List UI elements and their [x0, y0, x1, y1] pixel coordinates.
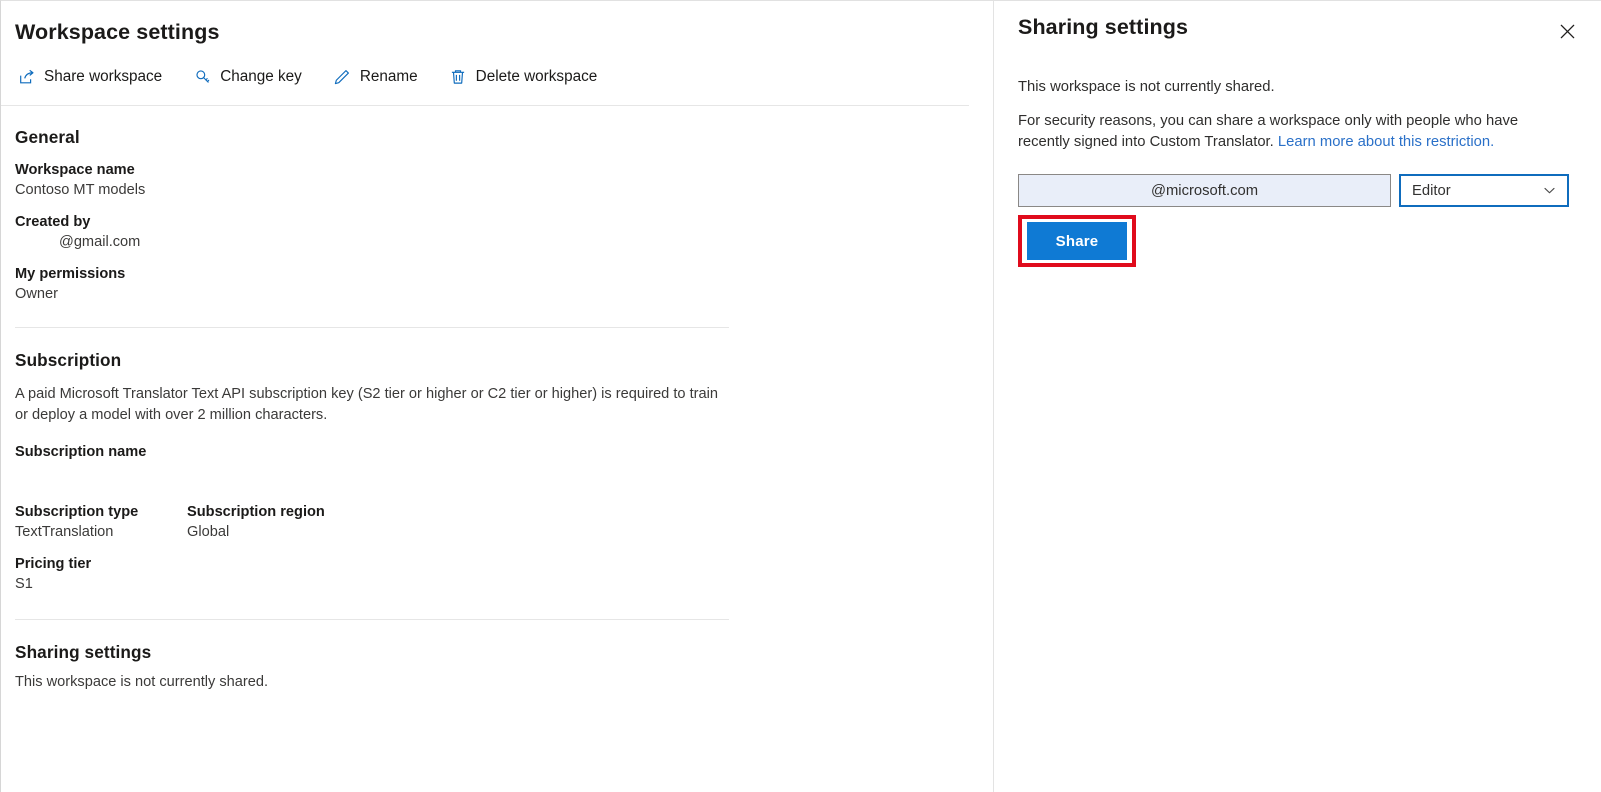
subscription-region-label: Subscription region [187, 504, 325, 521]
change-key-button[interactable]: Change key [191, 63, 313, 90]
pencil-icon [333, 67, 352, 86]
share-button-highlight: Share [1018, 215, 1136, 267]
sharing-settings-status: This workspace is not currently shared. [15, 674, 269, 691]
close-icon [1559, 23, 1576, 43]
pricing-tier-value: S1 [15, 576, 33, 593]
subscription-description: A paid Microsoft Translator Text API sub… [15, 386, 718, 423]
my-permissions-label: My permissions [15, 266, 126, 282]
subscription-heading: Subscription [15, 350, 122, 370]
subscription-divider [15, 619, 729, 621]
app-window: Workspace settings Share workspace Chang… [0, 0, 1601, 792]
workspace-name-value: Contoso MT models [15, 182, 146, 198]
workspace-name-label: Workspace name [15, 162, 135, 178]
key-icon [193, 67, 212, 86]
general-section: General Workspace name Contoso MT models… [15, 127, 993, 304]
flyout-title: Sharing settings [1018, 15, 1189, 39]
subscription-type-value: TextTranslation [15, 524, 114, 541]
subscription-section: Subscription A paid Microsoft Translator… [15, 350, 993, 594]
subscription-name-value [15, 464, 993, 482]
close-button[interactable] [1551, 17, 1583, 49]
created-by-value: @gmail.com [59, 234, 141, 250]
toolbar-divider [1, 105, 969, 106]
subscription-type-region-row: Subscription type TextTranslation Subscr… [15, 504, 993, 542]
role-dropdown-value: Editor [1412, 182, 1451, 199]
created-by-label: Created by [15, 214, 91, 230]
flyout-security-note: For security reasons, you can share a wo… [1018, 111, 1542, 153]
command-bar: Share workspace Change key Rename Delete… [15, 63, 993, 90]
general-heading: General [15, 127, 80, 147]
sharing-settings-section: Sharing settings This workspace is not c… [15, 642, 993, 692]
my-permissions-value: Owner [15, 286, 58, 302]
role-dropdown[interactable]: Editor [1399, 174, 1569, 207]
flyout-header: Sharing settings [1018, 1, 1579, 49]
subscription-region-value: Global [187, 524, 230, 541]
delete-workspace-button[interactable]: Delete workspace [447, 63, 609, 90]
sharing-settings-heading: Sharing settings [15, 642, 152, 663]
pricing-tier-label: Pricing tier [15, 556, 92, 573]
rename-button[interactable]: Rename [331, 63, 429, 90]
chevron-down-icon [1542, 183, 1557, 198]
page-title: Workspace settings [15, 20, 220, 44]
sharing-settings-flyout: Sharing settings This workspace is not c… [994, 1, 1601, 792]
subscription-name-label: Subscription name [15, 444, 147, 461]
share-workspace-button[interactable]: Share workspace [15, 63, 173, 90]
workspace-settings-panel: Workspace settings Share workspace Chang… [1, 1, 994, 792]
general-divider [15, 327, 729, 328]
share-email-input[interactable] [1018, 174, 1391, 207]
share-icon [17, 67, 36, 86]
share-input-row: Editor [1018, 174, 1579, 207]
rename-label: Rename [359, 67, 418, 85]
trash-icon [449, 67, 468, 86]
delete-workspace-label: Delete workspace [475, 67, 598, 85]
change-key-label: Change key [220, 67, 302, 85]
learn-more-link[interactable]: Learn more about this restriction. [1278, 134, 1494, 150]
subscription-type-label: Subscription type [15, 504, 139, 521]
flyout-status-text: This workspace is not currently shared. [1018, 79, 1275, 95]
share-button[interactable]: Share [1027, 222, 1127, 260]
share-workspace-label: Share workspace [44, 67, 163, 85]
